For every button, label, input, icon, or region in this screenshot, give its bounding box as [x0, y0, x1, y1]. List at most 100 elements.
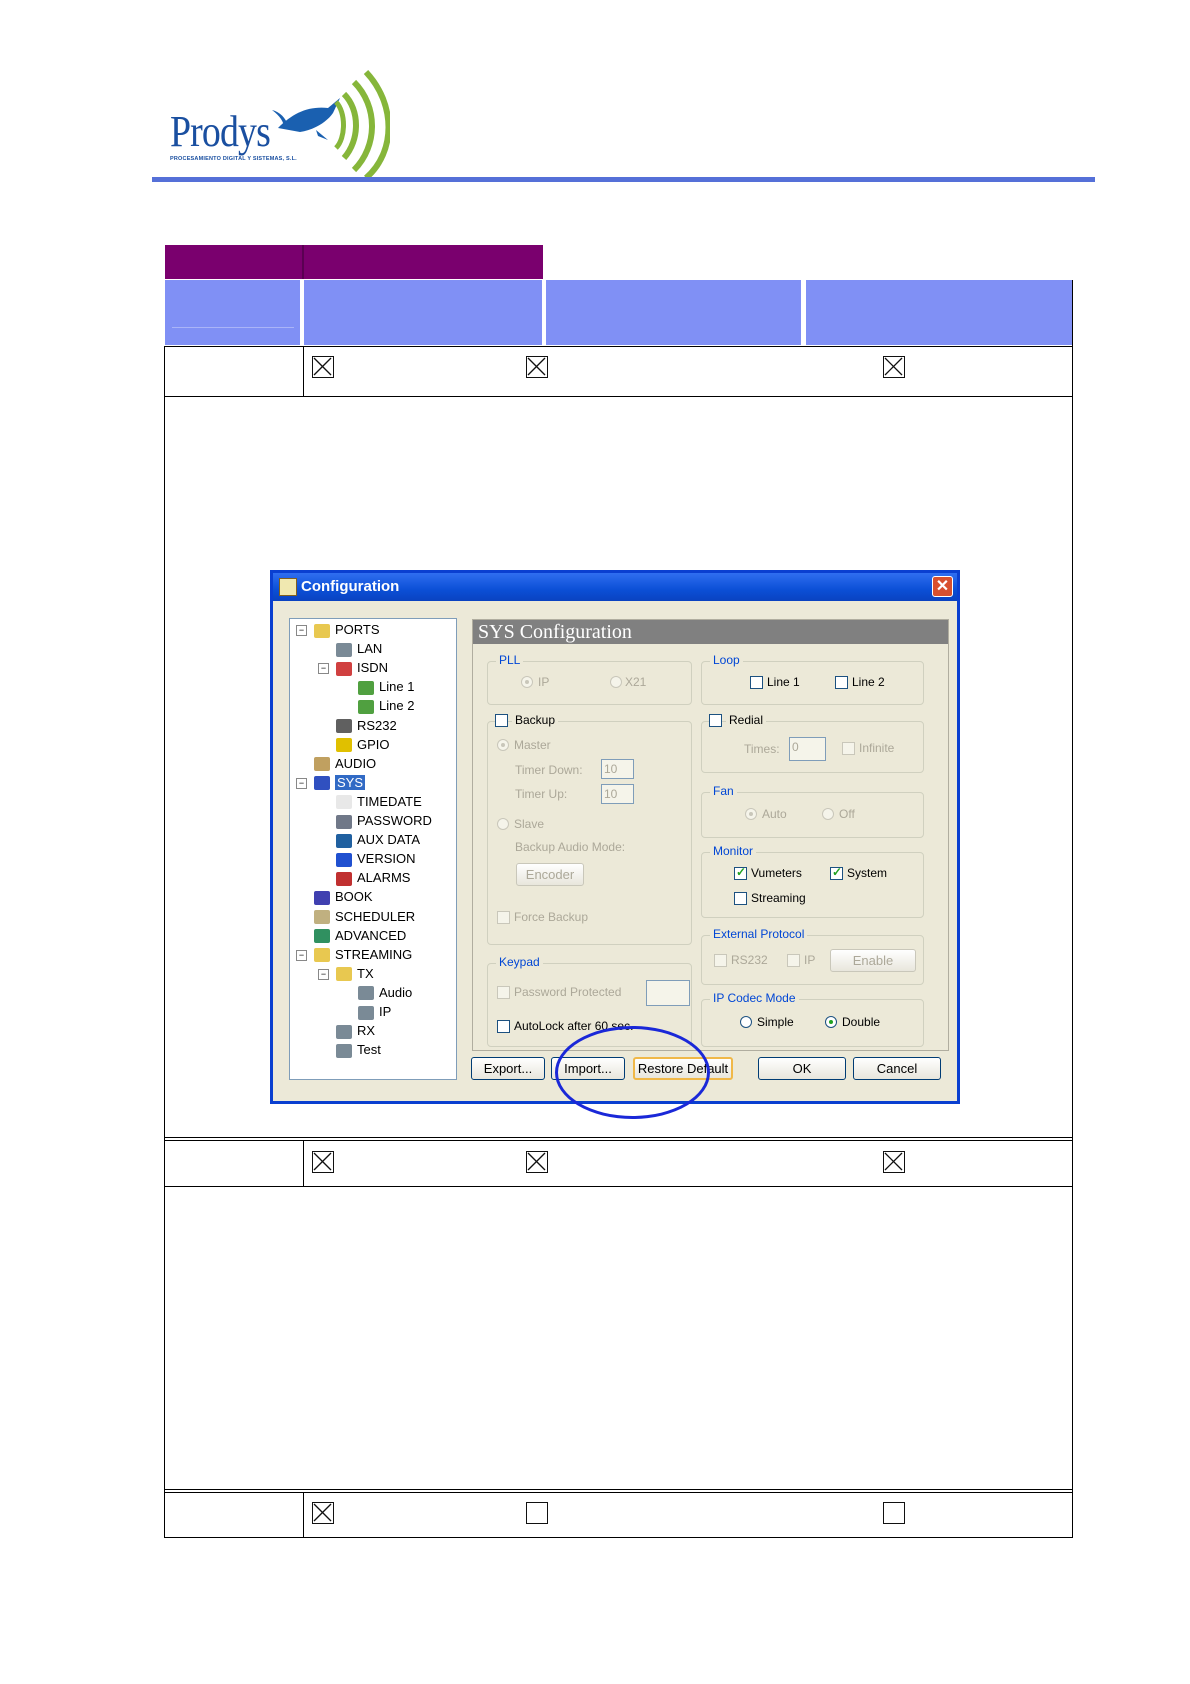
table-checkbox-checked[interactable] — [883, 1151, 905, 1173]
tree-item-test[interactable]: Test — [336, 1041, 381, 1059]
table-checkbox-checked[interactable] — [883, 356, 905, 378]
backup-audio-mode-label: Backup Audio Mode: — [515, 840, 626, 854]
config-tree[interactable]: PORTS − LAN ISDN − Line 1 Line 2 RS232 GPIO AUDIO… — [289, 618, 457, 1080]
table-checkbox-checked[interactable] — [526, 356, 548, 378]
system-checkbox[interactable] — [830, 865, 843, 880]
double-radio[interactable] — [825, 1016, 837, 1028]
tree-item-label: STREAMING — [335, 946, 413, 962]
simple-radio[interactable] — [740, 1016, 752, 1028]
tree-item-label: ALARMS — [357, 870, 411, 886]
header-rule — [152, 177, 1095, 182]
table-checkbox-checked[interactable] — [526, 1151, 548, 1173]
table-header-band — [165, 245, 543, 279]
timer-down-input[interactable]: 10 — [601, 759, 634, 779]
tree-item-gpio[interactable]: GPIO — [336, 736, 390, 754]
simple-label: Simple — [757, 1015, 794, 1029]
autolock-checkbox[interactable] — [497, 1020, 510, 1033]
fan-off-radio[interactable] — [822, 808, 834, 820]
tree-item-line-1[interactable]: Line 1 — [358, 678, 414, 696]
sys-config-panel: SYS Configuration PLL IP X21 Loop Line 1… — [472, 619, 949, 1051]
help-icon — [336, 852, 352, 867]
table-line — [164, 1537, 1073, 1538]
tree-item-sys[interactable]: SYS — [314, 774, 366, 792]
infinite-label: Infinite — [859, 741, 895, 755]
tree-item-streaming[interactable]: STREAMING — [314, 946, 412, 964]
pll-ip-radio[interactable] — [521, 676, 533, 688]
collapse-icon[interactable]: − — [296, 949, 307, 961]
ext-rs232-checkbox[interactable] — [714, 954, 727, 967]
streaming-checkbox[interactable] — [734, 892, 747, 905]
tree-item-password[interactable]: PASSWORD — [336, 812, 432, 830]
table-checkbox-unchecked[interactable] — [526, 1502, 548, 1524]
tree-item-audio[interactable]: Audio — [358, 984, 412, 1002]
export-button[interactable]: Export... — [471, 1057, 545, 1080]
tree-item-label: TIMEDATE — [357, 793, 422, 809]
cancel-button[interactable]: Cancel — [853, 1057, 941, 1080]
tree-item-lan[interactable]: LAN — [336, 640, 382, 658]
vumeters-checkbox[interactable] — [734, 865, 747, 880]
tree-item-audio[interactable]: AUDIO — [314, 755, 376, 773]
tree-item-label: RX — [357, 1023, 376, 1039]
fan-auto-radio[interactable] — [745, 808, 757, 820]
table-checkbox-checked[interactable] — [312, 356, 334, 378]
table-header-divider — [302, 245, 304, 279]
ok-button[interactable]: OK — [758, 1057, 846, 1080]
table-checkbox-unchecked[interactable] — [883, 1502, 905, 1524]
tree-item-line-2[interactable]: Line 2 — [358, 697, 414, 715]
tree-item-aux-data[interactable]: AUX DATA — [336, 831, 420, 849]
loop-line2-checkbox[interactable] — [835, 676, 848, 689]
tree-item-ip[interactable]: IP — [358, 1003, 391, 1021]
table-subheader-cell — [546, 280, 801, 345]
redial-group: Redial Times: 0 Infinite — [701, 713, 924, 773]
collapse-icon[interactable]: − — [296, 777, 307, 789]
gpio-icon — [336, 738, 352, 753]
infinite-checkbox[interactable] — [842, 742, 855, 755]
tree-item-label: BOOK — [335, 889, 373, 905]
backup-group: Backup Master Timer Down: 10 Timer Up: 1… — [487, 713, 692, 945]
tree-item-book[interactable]: BOOK — [314, 888, 373, 906]
tree-item-timedate[interactable]: TIMEDATE — [336, 793, 422, 811]
table-line — [164, 346, 165, 1538]
collapse-icon[interactable]: − — [318, 663, 329, 675]
redial-label: Redial — [726, 713, 767, 727]
pll-x21-label: X21 — [625, 675, 647, 689]
table-checkbox-checked[interactable] — [312, 1151, 334, 1173]
tree-item-tx[interactable]: TX — [336, 965, 374, 983]
collapse-icon[interactable]: − — [296, 625, 307, 636]
tree-item-label: ADVANCED — [335, 927, 407, 943]
line-icon — [358, 680, 374, 695]
encoder-button[interactable]: Encoder — [516, 863, 584, 886]
table-checkbox-checked[interactable] — [312, 1502, 334, 1524]
tree-item-advanced[interactable]: ADVANCED — [314, 927, 406, 945]
tree-item-label: GPIO — [357, 736, 390, 752]
backup-label: Backup — [512, 713, 559, 727]
dialog-titlebar[interactable]: Configuration ✕ — [273, 573, 957, 601]
tree-item-rs232[interactable]: RS232 — [336, 717, 397, 735]
tree-item-version[interactable]: VERSION — [336, 850, 416, 868]
loop-line1-label: Line 1 — [767, 675, 800, 689]
network-icon — [336, 642, 352, 657]
tree-item-isdn[interactable]: ISDN — [336, 659, 388, 677]
times-input[interactable]: 0 — [789, 737, 826, 761]
pll-x21-radio[interactable] — [610, 676, 622, 688]
backup-master-radio[interactable] — [497, 739, 509, 751]
close-icon[interactable]: ✕ — [932, 576, 953, 597]
password-input[interactable] — [646, 980, 690, 1006]
enable-button[interactable]: Enable — [830, 949, 916, 972]
alarm-icon — [336, 871, 352, 886]
tree-item-label: Line 1 — [379, 679, 415, 695]
ext-rs232-label: RS232 — [731, 953, 768, 967]
tree-item-scheduler[interactable]: SCHEDULER — [314, 908, 415, 926]
password-protected-checkbox[interactable] — [497, 986, 510, 999]
tree-item-rx[interactable]: RX — [336, 1022, 375, 1040]
timer-up-input[interactable]: 10 — [601, 784, 634, 804]
ext-ip-checkbox[interactable] — [787, 954, 800, 967]
collapse-icon[interactable]: − — [318, 968, 329, 980]
redial-checkbox[interactable] — [709, 714, 722, 727]
backup-checkbox[interactable] — [495, 714, 508, 727]
tree-item-ports[interactable]: PORTS — [314, 621, 380, 639]
backup-slave-radio[interactable] — [497, 818, 509, 830]
tree-item-alarms[interactable]: ALARMS — [336, 869, 410, 887]
force-backup-checkbox[interactable] — [497, 911, 510, 924]
loop-line1-checkbox[interactable] — [750, 676, 763, 689]
